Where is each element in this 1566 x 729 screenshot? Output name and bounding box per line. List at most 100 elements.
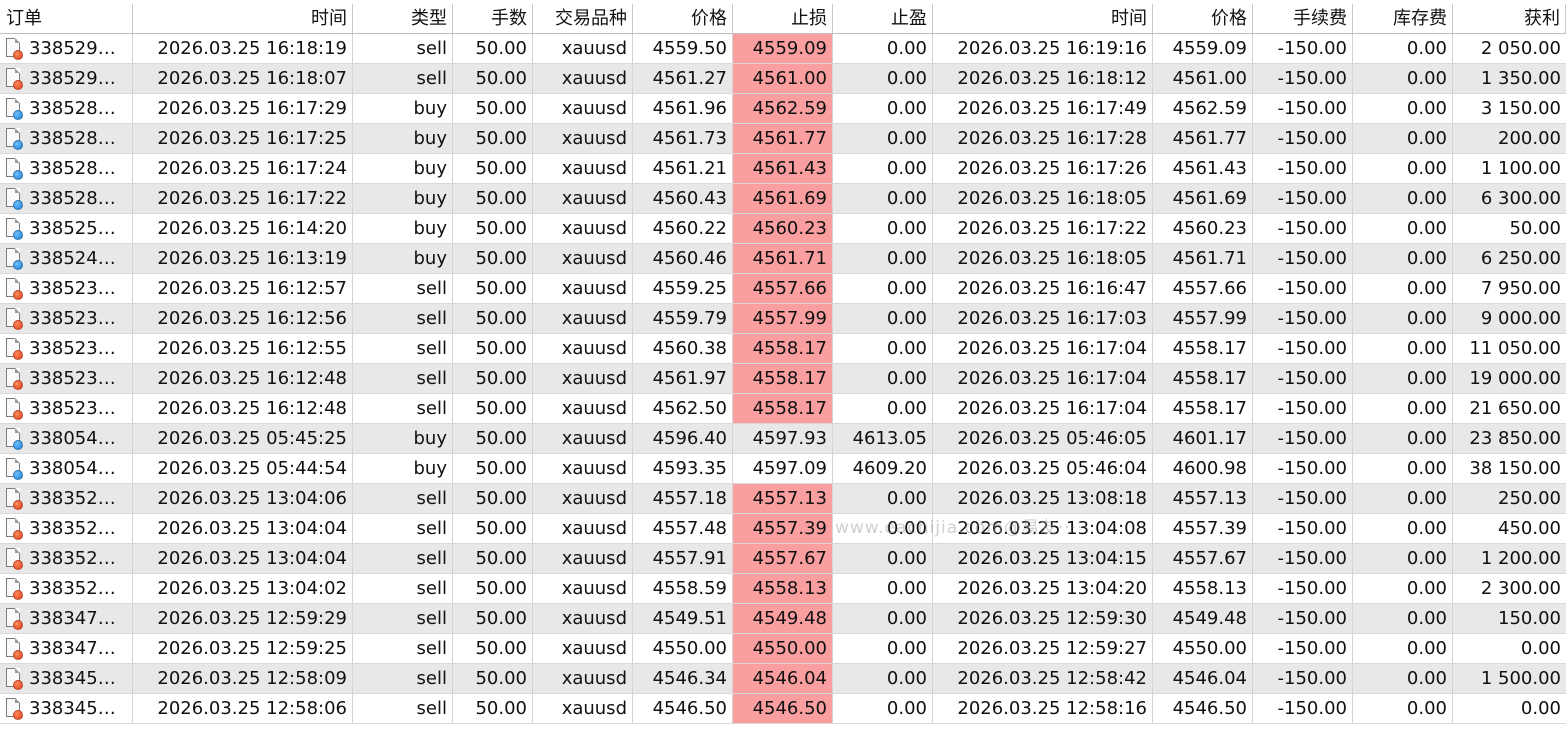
type-cell: sell	[353, 634, 453, 664]
close-time-cell: 2026.03.25 16:16:47	[933, 274, 1153, 304]
column-header-order[interactable]: 订单	[0, 4, 133, 34]
table-row[interactable]: 338523… 2026.03.25 16:12:48 sell 50.00 xauus…	[0, 394, 1566, 424]
column-header-open-time[interactable]: 时间	[133, 4, 353, 34]
commission-cell: -150.00	[1253, 694, 1353, 724]
type-cell: sell	[353, 514, 453, 544]
close-time-cell: 2026.03.25 16:17:04	[933, 394, 1153, 424]
table-row[interactable]: 338529… 2026.03.25 16:18:07 sell 50.00 xauus…	[0, 64, 1566, 94]
column-header-close-time[interactable]: 时间	[933, 4, 1153, 34]
table-row[interactable]: 338529… 2026.03.25 16:18:19 sell 50.00 xauus…	[0, 34, 1566, 64]
commission-cell: -150.00	[1253, 64, 1353, 94]
close-price-cell: 4601.17	[1153, 424, 1253, 454]
order-cell: 338528…	[0, 94, 133, 124]
open-time-cell: 2026.03.25 16:12:57	[133, 274, 353, 304]
table-row[interactable]: 338352… 2026.03.25 13:04:02 sell 50.00 xauus…	[0, 574, 1566, 604]
symbol-cell: xauusd	[533, 424, 633, 454]
table-row[interactable]: 338352… 2026.03.25 13:04:06 sell 50.00 xauus…	[0, 484, 1566, 514]
close-time-cell: 2026.03.25 13:04:20	[933, 574, 1153, 604]
type-cell: sell	[353, 694, 453, 724]
close-price-cell: 4557.66	[1153, 274, 1253, 304]
open-price-cell: 4560.43	[633, 184, 733, 214]
table-header-row: 订单 时间 类型 手数 交易品种 价格 止损 止盈 时间 价格 手续费 库存费 …	[0, 4, 1566, 34]
swap-cell: 0.00	[1353, 694, 1453, 724]
table-row[interactable]: 338345… 2026.03.25 12:58:06 sell 50.00 xauus…	[0, 694, 1566, 724]
column-header-commission[interactable]: 手续费	[1253, 4, 1353, 34]
table-row[interactable]: 338528… 2026.03.25 16:17:22 buy 50.00 xauusd…	[0, 184, 1566, 214]
symbol-cell: xauusd	[533, 184, 633, 214]
type-cell: sell	[353, 394, 453, 424]
close-price-cell: 4600.98	[1153, 454, 1253, 484]
table-row[interactable]: 338523… 2026.03.25 16:12:57 sell 50.00 xauus…	[0, 274, 1566, 304]
volume-cell: 50.00	[453, 514, 533, 544]
table-row[interactable]: 338054… 2026.03.25 05:44:54 buy 50.00 xauusd…	[0, 454, 1566, 484]
take-profit-cell: 0.00	[833, 604, 933, 634]
profit-cell: 1 500.00	[1453, 664, 1566, 694]
take-profit-cell: 0.00	[833, 694, 933, 724]
buy-order-icon	[6, 127, 23, 150]
table-row[interactable]: 338352… 2026.03.25 13:04:04 sell 50.00 xauus…	[0, 544, 1566, 574]
table-row[interactable]: 338528… 2026.03.25 16:17:29 buy 50.00 xauusd…	[0, 94, 1566, 124]
sell-order-icon	[6, 337, 23, 360]
open-time-cell: 2026.03.25 13:04:04	[133, 544, 353, 574]
order-number: 338529…	[29, 38, 116, 59]
column-header-open-price[interactable]: 价格	[633, 4, 733, 34]
order-number: 338523…	[29, 368, 116, 389]
volume-cell: 50.00	[453, 184, 533, 214]
take-profit-cell: 0.00	[833, 394, 933, 424]
stop-loss-cell: 4560.23	[733, 214, 833, 244]
sell-order-icon	[6, 667, 23, 690]
table-row[interactable]: 338523… 2026.03.25 16:12:48 sell 50.00 xauus…	[0, 364, 1566, 394]
table-body: 338529… 2026.03.25 16:18:19 sell 50.00 xauus…	[0, 34, 1566, 724]
open-price-cell: 4560.38	[633, 334, 733, 364]
table-row[interactable]: 338347… 2026.03.25 12:59:25 sell 50.00 xauus…	[0, 634, 1566, 664]
close-time-cell: 2026.03.25 16:17:26	[933, 154, 1153, 184]
commission-cell: -150.00	[1253, 34, 1353, 64]
close-time-cell: 2026.03.25 16:19:16	[933, 34, 1153, 64]
table-row[interactable]: 338345… 2026.03.25 12:58:09 sell 50.00 xauus…	[0, 664, 1566, 694]
column-header-symbol[interactable]: 交易品种	[533, 4, 633, 34]
order-cell: 338054…	[0, 454, 133, 484]
stop-loss-cell: 4557.99	[733, 304, 833, 334]
column-header-take-profit[interactable]: 止盈	[833, 4, 933, 34]
table-row[interactable]: 338054… 2026.03.25 05:45:25 buy 50.00 xauusd…	[0, 424, 1566, 454]
open-price-cell: 4560.46	[633, 244, 733, 274]
table-row[interactable]: 338352… 2026.03.25 13:04:04 sell 50.00 xauus…	[0, 514, 1566, 544]
column-header-close-price[interactable]: 价格	[1153, 4, 1253, 34]
volume-cell: 50.00	[453, 64, 533, 94]
volume-cell: 50.00	[453, 394, 533, 424]
stop-loss-cell: 4561.71	[733, 244, 833, 274]
order-number: 338528…	[29, 128, 116, 149]
order-cell: 338352…	[0, 544, 133, 574]
column-header-swap[interactable]: 库存费	[1353, 4, 1453, 34]
column-header-type[interactable]: 类型	[353, 4, 453, 34]
commission-cell: -150.00	[1253, 514, 1353, 544]
close-price-cell: 4561.00	[1153, 64, 1253, 94]
table-row[interactable]: 338523… 2026.03.25 16:12:55 sell 50.00 xauus…	[0, 334, 1566, 364]
table-row[interactable]: 338523… 2026.03.25 16:12:56 sell 50.00 xauus…	[0, 304, 1566, 334]
close-price-cell: 4559.09	[1153, 34, 1253, 64]
table-row[interactable]: 338524… 2026.03.25 16:13:19 buy 50.00 xauusd…	[0, 244, 1566, 274]
open-time-cell: 2026.03.25 16:12:48	[133, 364, 353, 394]
order-cell: 338525…	[0, 214, 133, 244]
column-header-stop-loss[interactable]: 止损	[733, 4, 833, 34]
column-header-profit[interactable]: 获利	[1453, 4, 1566, 34]
profit-cell: 1 200.00	[1453, 544, 1566, 574]
order-number: 338347…	[29, 608, 116, 629]
close-price-cell: 4561.71	[1153, 244, 1253, 274]
commission-cell: -150.00	[1253, 544, 1353, 574]
table-row[interactable]: 338525… 2026.03.25 16:14:20 buy 50.00 xauusd…	[0, 214, 1566, 244]
column-header-volume[interactable]: 手数	[453, 4, 533, 34]
order-cell: 338523…	[0, 364, 133, 394]
table-row[interactable]: 338347… 2026.03.25 12:59:29 sell 50.00 xauus…	[0, 604, 1566, 634]
volume-cell: 50.00	[453, 604, 533, 634]
table-row[interactable]: 338528… 2026.03.25 16:17:25 buy 50.00 xauusd…	[0, 124, 1566, 154]
volume-cell: 50.00	[453, 94, 533, 124]
table-row[interactable]: 338528… 2026.03.25 16:17:24 buy 50.00 xauusd…	[0, 154, 1566, 184]
symbol-cell: xauusd	[533, 514, 633, 544]
profit-cell: 38 150.00	[1453, 454, 1566, 484]
profit-cell: 450.00	[1453, 514, 1566, 544]
take-profit-cell: 0.00	[833, 64, 933, 94]
order-cell: 338054…	[0, 424, 133, 454]
close-price-cell: 4546.04	[1153, 664, 1253, 694]
order-number: 338352…	[29, 518, 116, 539]
